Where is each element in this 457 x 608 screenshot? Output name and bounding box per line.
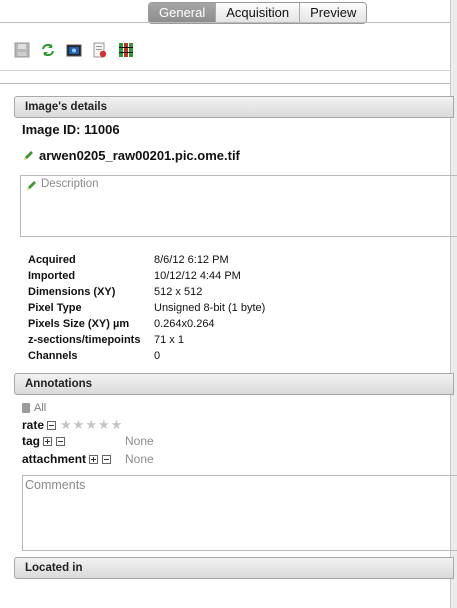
description-placeholder: Description xyxy=(41,178,99,190)
metadata-key: Acquired xyxy=(28,254,76,266)
image-filename[interactable]: arwen0205_raw00201.pic.ome.tif xyxy=(39,148,240,163)
save-icon[interactable] xyxy=(14,42,30,58)
section-title: Located in xyxy=(25,562,83,574)
metadata-row: Acquired 8/6/12 6:12 PM xyxy=(28,252,265,268)
rate-label: rate xyxy=(22,418,45,432)
comments-field[interactable]: Comments xyxy=(22,475,457,551)
tag-value: None xyxy=(125,434,154,448)
metadata-key: Channels xyxy=(28,350,78,362)
refresh-icon[interactable] xyxy=(40,42,56,58)
annotation-filter[interactable]: All xyxy=(22,402,46,414)
add-tag-icon[interactable] xyxy=(43,436,52,446)
metadata-value: 0.264x0.264 xyxy=(154,318,215,330)
tab-divider xyxy=(0,22,450,23)
panel-divider xyxy=(0,83,450,84)
tag-label: tag xyxy=(22,434,40,448)
tab-general[interactable]: General xyxy=(149,3,216,23)
metadata-row: Pixels Size (XY) µm 0.264x0.264 xyxy=(28,316,265,332)
metadata-key: Pixels Size (XY) µm xyxy=(28,318,130,330)
metadata-value: 71 x 1 xyxy=(154,334,184,346)
color-grid-icon[interactable] xyxy=(118,42,134,58)
attachment-row: attachment xyxy=(22,452,115,466)
tag-row: tag xyxy=(22,434,69,448)
rating-stars[interactable]: ★★★★★ xyxy=(60,418,123,432)
edit-pencil-icon[interactable] xyxy=(25,179,38,192)
tab-acquisition[interactable]: Acquisition xyxy=(215,3,299,23)
export-icon[interactable] xyxy=(92,42,108,58)
star-icon[interactable]: ★ xyxy=(85,417,97,432)
image-id: Image ID: 11006 xyxy=(22,122,120,137)
remove-tag-icon[interactable] xyxy=(56,436,65,446)
images-details-header[interactable]: Image's details xyxy=(14,96,454,118)
tab-preview[interactable]: Preview xyxy=(299,3,366,23)
filename-row: arwen0205_raw00201.pic.ome.tif xyxy=(22,148,240,163)
collapse-icon[interactable] xyxy=(47,420,57,430)
metadata-value: 512 x 512 xyxy=(154,286,203,298)
metadata-value: Unsigned 8-bit (1 byte) xyxy=(154,302,266,314)
metadata-row: Pixel Type Unsigned 8-bit (1 byte) xyxy=(28,300,265,316)
tab-bar: General Acquisition Preview xyxy=(148,2,368,24)
edit-pencil-icon[interactable] xyxy=(22,149,35,162)
toolbar xyxy=(14,42,134,58)
toolbar-divider xyxy=(0,70,450,71)
annotations-header[interactable]: Annotations xyxy=(14,373,454,395)
section-title: Image's details xyxy=(25,101,107,113)
image-metadata-table: Acquired 8/6/12 6:12 PM Imported 10/12/12 … xyxy=(28,252,265,364)
description-field[interactable]: Description xyxy=(20,175,457,237)
metadata-row: Channels 0 xyxy=(28,348,265,364)
image-viewer-icon[interactable] xyxy=(66,42,82,58)
metadata-key: z-sections/timepoints xyxy=(28,334,141,346)
attachment-label: attachment xyxy=(22,452,87,466)
metadata-row: Imported 10/12/12 4:44 PM xyxy=(28,268,265,284)
metadata-value: 10/12/12 4:44 PM xyxy=(154,270,241,282)
metadata-row: z-sections/timepoints 71 x 1 xyxy=(28,332,265,348)
star-icon[interactable]: ★ xyxy=(60,417,72,432)
remove-attachment-icon[interactable] xyxy=(102,454,112,464)
star-icon[interactable]: ★ xyxy=(98,417,110,432)
located-in-header[interactable]: Located in xyxy=(14,557,454,579)
comments-placeholder: Comments xyxy=(25,478,86,492)
attachment-value: None xyxy=(125,452,154,466)
metadata-key: Imported xyxy=(28,270,76,282)
document-icon xyxy=(22,403,30,413)
metadata-key: Dimensions (XY) xyxy=(28,286,116,298)
star-icon[interactable]: ★ xyxy=(73,417,85,432)
rate-row: rate ★★★★★ xyxy=(22,418,123,432)
section-title: Annotations xyxy=(25,378,93,390)
star-icon[interactable]: ★ xyxy=(111,417,123,432)
add-attachment-icon[interactable] xyxy=(89,454,99,464)
metadata-value: 0 xyxy=(154,350,161,362)
filter-label: All xyxy=(34,402,47,414)
metadata-key: Pixel Type xyxy=(28,302,82,314)
metadata-row: Dimensions (XY) 512 x 512 xyxy=(28,284,265,300)
metadata-value: 8/6/12 6:12 PM xyxy=(154,254,229,266)
